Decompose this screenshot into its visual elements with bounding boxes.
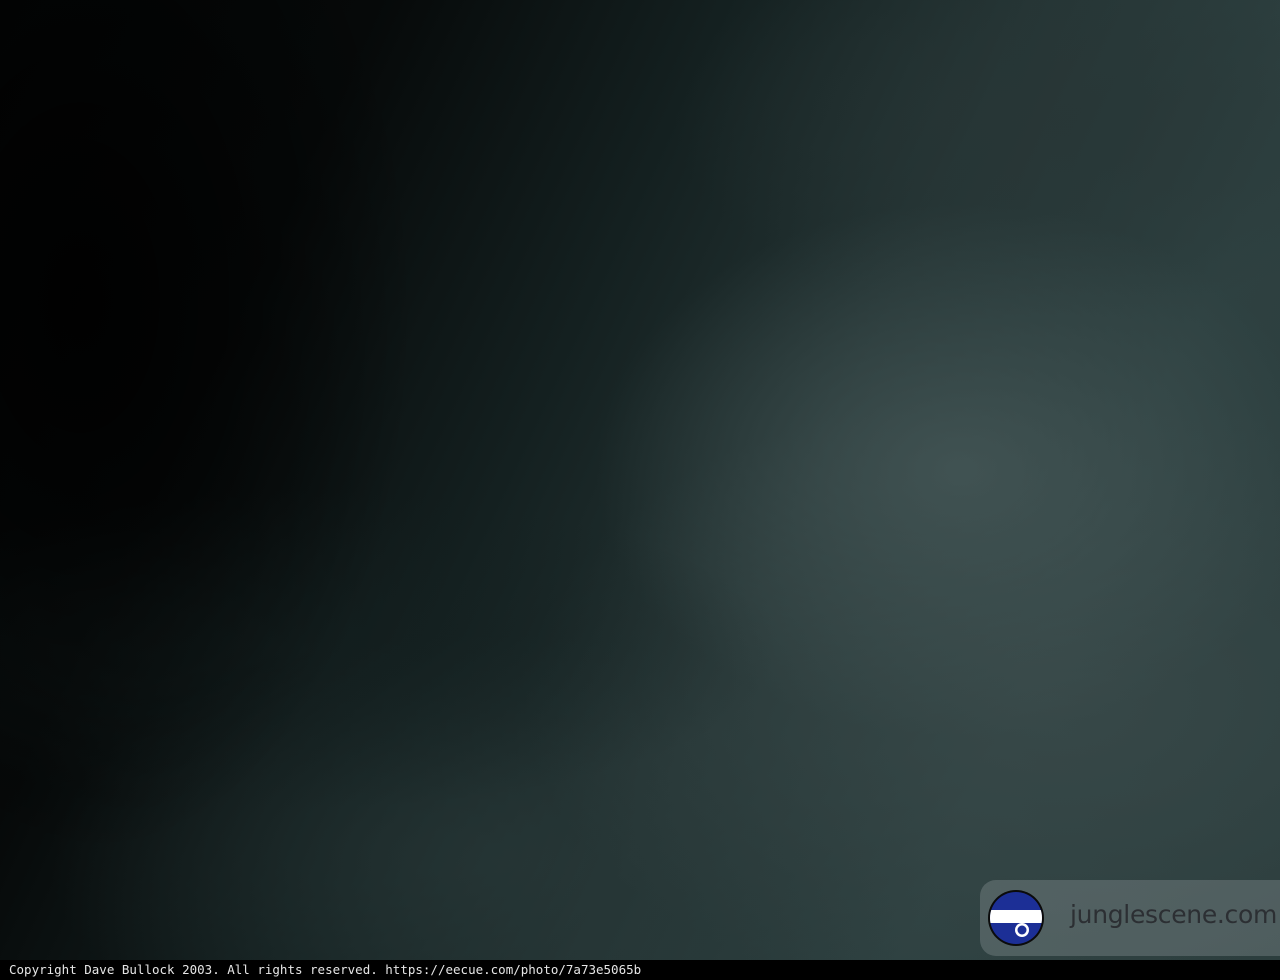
cloud-shading	[0, 0, 1280, 960]
night-sky-photo: junglescene.com	[0, 0, 1280, 960]
junglescene-logo-icon	[988, 890, 1044, 946]
watermark-site-name: junglescene.com	[1070, 900, 1278, 929]
copyright-footer: Copyright Dave Bullock 2003. All rights …	[0, 960, 1280, 980]
watermark-badge: junglescene.com	[980, 880, 1280, 956]
